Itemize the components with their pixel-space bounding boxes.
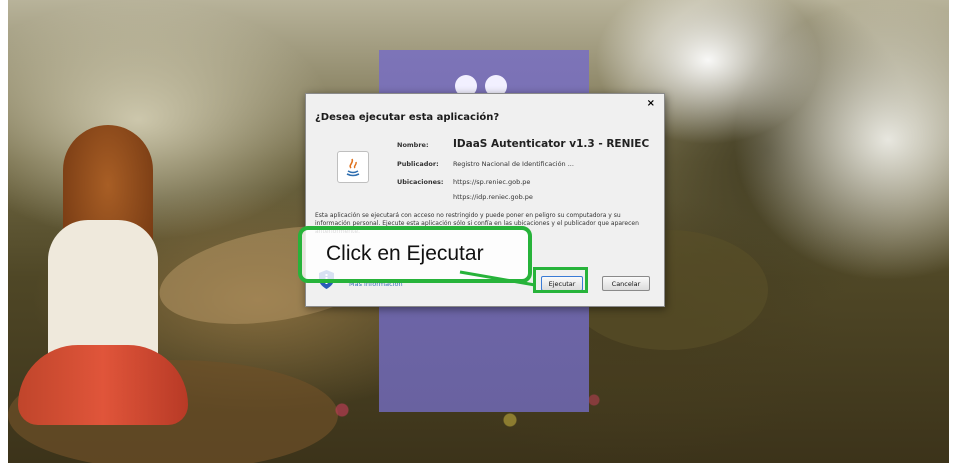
name-label: Nombre:	[397, 141, 429, 149]
run-button-highlight	[533, 267, 588, 293]
java-icon	[337, 151, 369, 183]
publisher-label: Publicador:	[397, 160, 439, 168]
location-2: https://idp.reniec.gob.pe	[453, 193, 533, 201]
locations-label: Ubicaciones:	[397, 178, 444, 186]
background-person-skirt	[18, 345, 188, 425]
dialog-title: ¿Desea ejecutar esta aplicación?	[315, 112, 500, 123]
close-icon[interactable]: ×	[647, 98, 655, 109]
annotation-callout: Click en Ejecutar	[298, 226, 532, 283]
publisher-value: Registro Nacional de Identificación ...	[453, 160, 574, 168]
name-value: IDaaS Autenticator v1.3 - RENIEC	[453, 138, 650, 150]
location-1: https://sp.reniec.gob.pe	[453, 178, 531, 186]
annotation-text: Click en Ejecutar	[326, 242, 484, 265]
cancel-button[interactable]: Cancelar	[602, 276, 650, 291]
